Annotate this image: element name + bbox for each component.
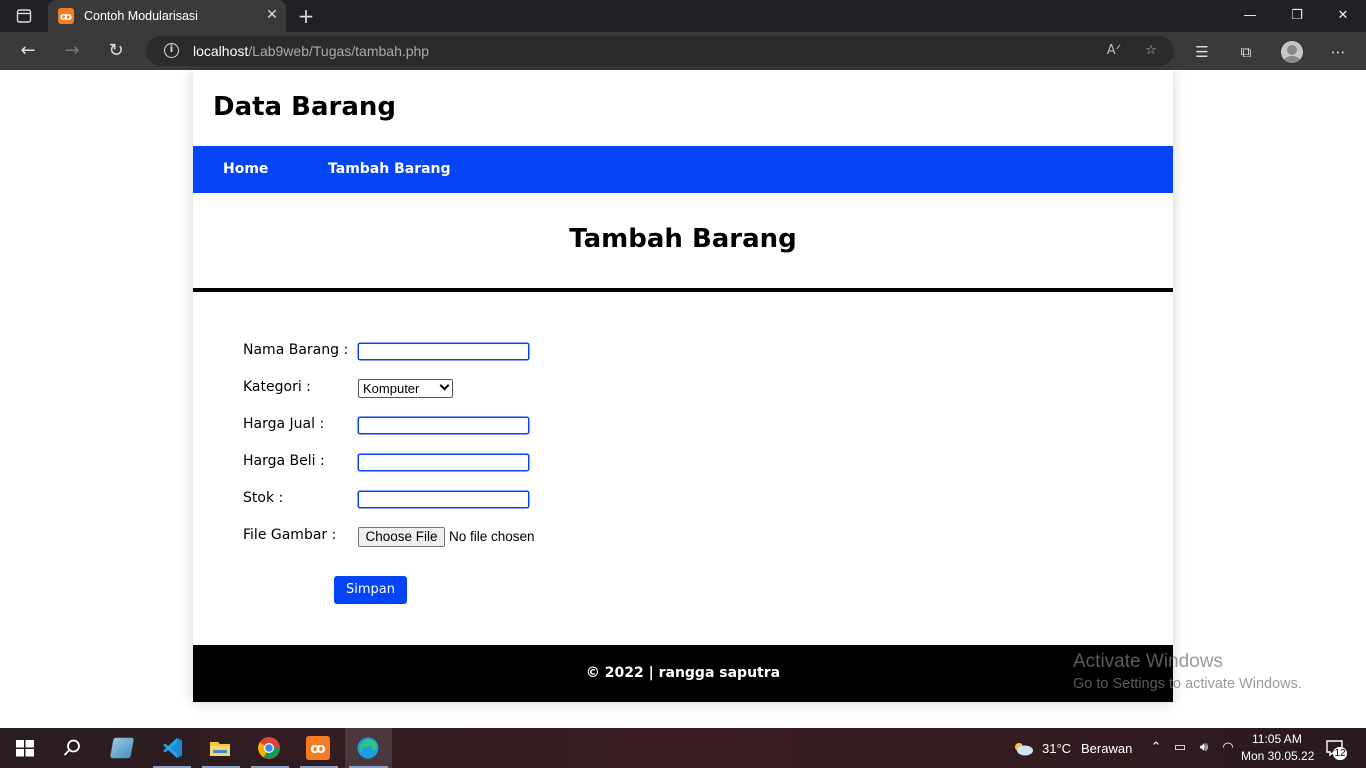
vscode-icon[interactable] bbox=[160, 736, 184, 760]
back-icon[interactable]: ← bbox=[16, 40, 40, 62]
harga-jual-input[interactable] bbox=[358, 417, 529, 434]
windows-taskbar: ꝏ 31°C Berawan ⌃ ▭ 🔊︎ ◠ 11:05 AM Mon 30.… bbox=[0, 728, 1366, 768]
nama-barang-input[interactable] bbox=[358, 343, 529, 360]
kategori-selected-value: Komputer bbox=[363, 381, 420, 396]
edge-icon bbox=[356, 736, 380, 760]
windows-start-icon[interactable] bbox=[13, 736, 37, 760]
browser-tab[interactable]: ꝏ Contoh Modularisasi ✕ bbox=[48, 0, 286, 32]
page-viewport: Data Barang Home Tambah Barang Tambah Ba… bbox=[0, 70, 1366, 728]
nav-home-link[interactable]: Home bbox=[223, 161, 268, 177]
harga-beli-label: Harga Beli : bbox=[243, 453, 325, 469]
heading-divider bbox=[193, 288, 1173, 292]
harga-beli-input[interactable] bbox=[358, 454, 529, 471]
notification-count-badge: 12 bbox=[1333, 747, 1347, 760]
collections-icon[interactable]: ⧉ bbox=[1235, 41, 1257, 63]
new-tab-button[interactable]: + bbox=[296, 5, 316, 27]
forward-icon[interactable]: → bbox=[60, 40, 84, 62]
footer-text: © 2022 | rangga saputra bbox=[585, 665, 781, 681]
search-icon[interactable] bbox=[60, 736, 84, 760]
address-bar-row: ← → ↻ i localhost/Lab9web/Tugas/tambah.p… bbox=[0, 32, 1366, 70]
kategori-label: Kategori : bbox=[243, 379, 311, 395]
kategori-select[interactable]: Komputer bbox=[358, 379, 453, 398]
main-navbar: Home Tambah Barang bbox=[193, 146, 1173, 193]
cortana-app-icon[interactable] bbox=[110, 737, 134, 759]
tab-title: Contoh Modularisasi bbox=[84, 9, 198, 23]
page-footer: © 2022 | rangga saputra bbox=[193, 645, 1173, 702]
add-favorite-icon[interactable]: ☆ bbox=[1141, 41, 1161, 61]
url-field[interactable]: i localhost/Lab9web/Tugas/tambah.php Aᐟ … bbox=[146, 36, 1174, 66]
refresh-icon[interactable]: ↻ bbox=[104, 40, 128, 62]
weather-temperature: 31°C bbox=[1042, 741, 1072, 756]
notification-center-icon[interactable]: 12 bbox=[1325, 738, 1347, 760]
activate-windows-subtitle: Go to Settings to activate Windows. bbox=[1073, 676, 1302, 692]
page-container: Data Barang Home Tambah Barang Tambah Ba… bbox=[193, 70, 1173, 702]
weather-cloud-icon[interactable] bbox=[1012, 740, 1034, 756]
xampp-icon: ꝏ bbox=[58, 8, 74, 24]
tab-actions-icon[interactable] bbox=[10, 6, 38, 26]
more-menu-icon[interactable]: ⋯ bbox=[1327, 41, 1349, 63]
choose-file-button[interactable]: Choose File bbox=[358, 527, 445, 547]
profile-avatar[interactable] bbox=[1281, 41, 1303, 63]
clock-time[interactable]: 11:05 AM bbox=[1252, 732, 1302, 746]
activate-windows-title: Activate Windows bbox=[1073, 651, 1223, 672]
page-heading: Tambah Barang bbox=[569, 224, 797, 254]
close-tab-icon[interactable]: ✕ bbox=[264, 7, 280, 23]
info-icon[interactable]: i bbox=[164, 43, 179, 58]
nav-tambah-barang-link[interactable]: Tambah Barang bbox=[328, 161, 451, 177]
chrome-icon[interactable] bbox=[257, 736, 281, 760]
minimize-icon[interactable]: — bbox=[1238, 4, 1262, 28]
volume-icon[interactable]: 🔊︎ bbox=[1196, 740, 1212, 756]
network-icon[interactable]: ◠ bbox=[1220, 740, 1236, 756]
battery-icon[interactable]: ▭ bbox=[1172, 740, 1188, 756]
url-text: localhost/Lab9web/Tugas/tambah.php bbox=[193, 43, 430, 59]
site-title: Data Barang bbox=[213, 92, 397, 122]
weather-description: Berawan bbox=[1081, 741, 1133, 756]
file-gambar-label: File Gambar : bbox=[243, 527, 337, 543]
window-close-icon[interactable]: ✕ bbox=[1331, 4, 1355, 28]
harga-jual-label: Harga Jual : bbox=[243, 416, 325, 432]
browser-tab-bar: ꝏ Contoh Modularisasi ✕ + — ❐ ✕ bbox=[0, 0, 1366, 32]
read-aloud-icon[interactable]: Aᐟ bbox=[1104, 41, 1124, 61]
nama-barang-label: Nama Barang : bbox=[243, 342, 349, 358]
stok-input[interactable] bbox=[358, 491, 529, 508]
file-explorer-icon[interactable] bbox=[208, 736, 232, 760]
stok-label: Stok : bbox=[243, 490, 284, 506]
xampp-taskbar-icon[interactable]: ꝏ bbox=[306, 736, 330, 760]
edge-taskbar-button[interactable] bbox=[345, 728, 392, 768]
restore-icon[interactable]: ❐ bbox=[1285, 4, 1309, 28]
chevron-down-icon bbox=[439, 380, 450, 391]
chevron-up-icon[interactable]: ⌃ bbox=[1148, 740, 1164, 756]
favorites-icon[interactable]: ☰ bbox=[1191, 41, 1213, 63]
simpan-button[interactable]: Simpan bbox=[334, 576, 407, 604]
clock-date[interactable]: Mon 30.05.22 bbox=[1241, 749, 1314, 763]
file-status-text: No file chosen bbox=[449, 529, 535, 544]
svg-text:ꝏ: ꝏ bbox=[310, 741, 325, 757]
